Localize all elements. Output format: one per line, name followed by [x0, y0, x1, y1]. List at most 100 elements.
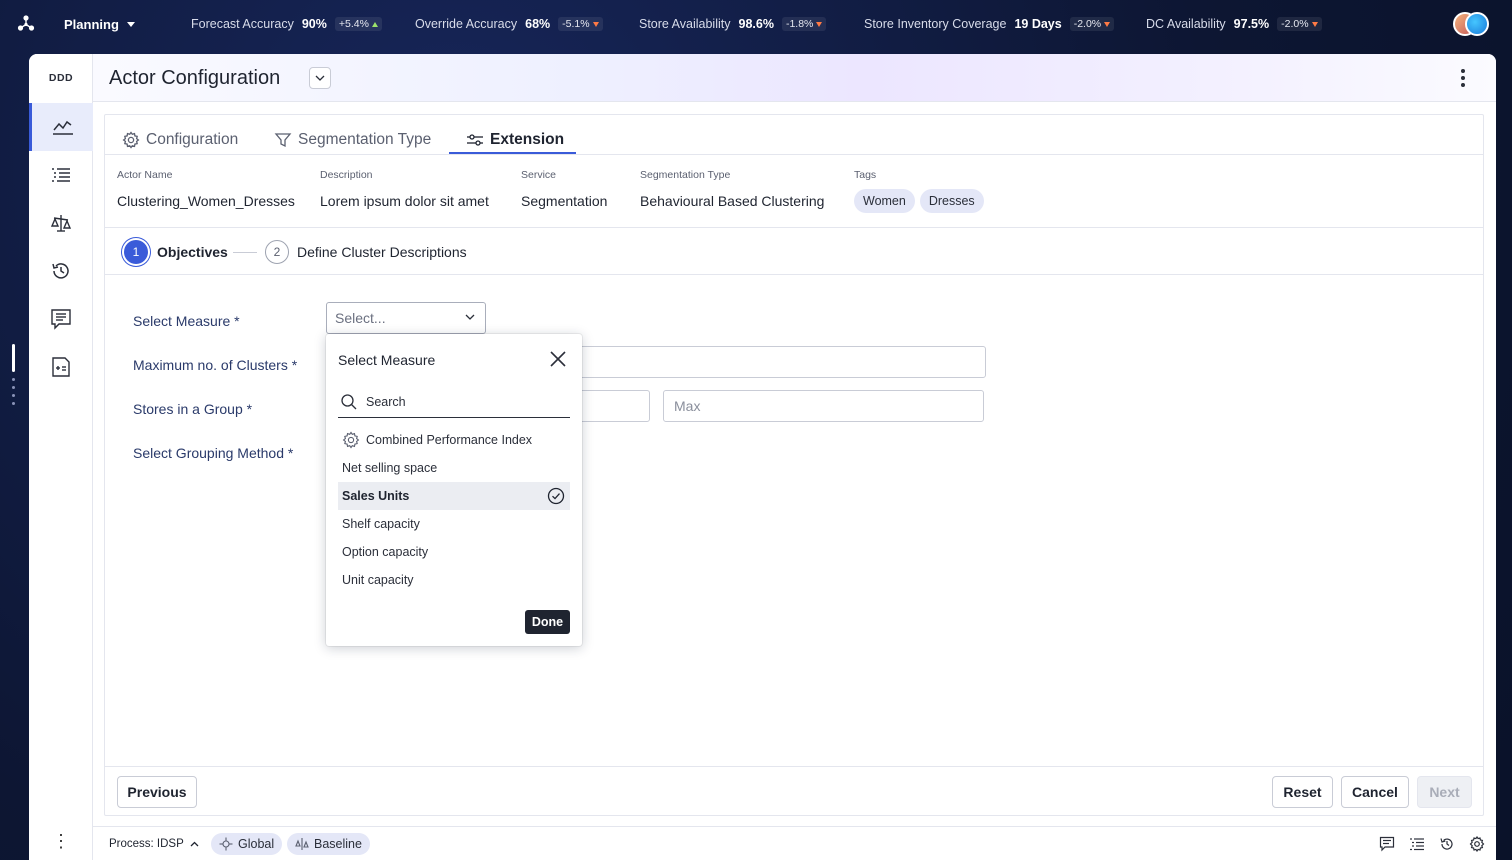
more-options-icon[interactable]: [1458, 66, 1468, 90]
check-circle-icon: [547, 487, 565, 505]
next-button[interactable]: Next: [1417, 776, 1472, 808]
page-title: Actor Configuration: [109, 67, 281, 89]
scale-icon: [50, 215, 72, 232]
grouping-method-label: Select Grouping Method *: [133, 445, 294, 461]
active-tab-indicator: [449, 152, 576, 154]
panel-pager[interactable]: [11, 344, 17, 408]
option-label: Combined Performance Index: [366, 433, 533, 447]
kpi-change-text: -5.1%: [562, 18, 590, 30]
step-2-indicator[interactable]: 2: [265, 240, 289, 264]
arrow-down-icon: [1104, 21, 1111, 27]
stores-in-group-label: Stores in a Group *: [133, 401, 253, 417]
kpi-label: Override Accuracy: [415, 17, 518, 31]
previous-button[interactable]: Previous: [117, 776, 197, 808]
arrow-up-icon: [371, 21, 378, 27]
chip-label: Global: [238, 837, 275, 851]
tab-label: Extension: [490, 131, 565, 148]
chevron-down-icon: [465, 314, 475, 320]
calculator-doc-icon: [52, 357, 70, 377]
kpi-change: +5.4%: [334, 17, 382, 31]
process-selector[interactable]: Process: IDSP: [109, 838, 199, 850]
history-icon[interactable]: [1439, 836, 1455, 852]
rail-item-comments[interactable]: [29, 295, 93, 343]
settings-icon[interactable]: [1469, 836, 1485, 852]
meta-label: Actor Name: [117, 169, 173, 181]
chip-label: Baseline: [314, 837, 362, 851]
app-logo-icon[interactable]: [16, 14, 36, 34]
option-sales-units[interactable]: Sales Units: [338, 482, 570, 510]
list-icon[interactable]: [1409, 836, 1425, 852]
meta-value: Segmentation: [521, 193, 608, 209]
kpi-forecast-accuracy[interactable]: Forecast Accuracy 90% +5.4%: [191, 17, 382, 31]
rail-item-list[interactable]: [29, 151, 93, 199]
user-avatars[interactable]: [1453, 12, 1491, 38]
main-panel: DDD ⋮ Actor Configuration Configuration …: [29, 54, 1496, 860]
tab-configuration[interactable]: Configuration: [122, 125, 238, 155]
meta-label: Description: [320, 169, 373, 181]
filter-icon: [274, 133, 292, 148]
option-net-selling-space[interactable]: Net selling space: [338, 454, 570, 482]
pager-dot: [12, 402, 15, 405]
step-1-indicator[interactable]: 1: [124, 240, 148, 264]
rail-item-calculator[interactable]: [29, 343, 93, 391]
rail-more-icon[interactable]: ⋮: [29, 832, 93, 850]
caret-down-icon: [126, 21, 135, 27]
module-label: Planning: [64, 17, 119, 32]
status-bar: Process: IDSP Global Baseline: [93, 826, 1496, 860]
kpi-store-availability[interactable]: Store Availability 98.6% -1.8%: [639, 17, 827, 31]
top-bar: Planning Forecast Accuracy 90% +5.4% Ove…: [0, 0, 1512, 50]
kpi-change: -2.0%: [1069, 17, 1115, 31]
meta-segmentation-type: Segmentation Type Behavioural Based Clus…: [640, 169, 824, 209]
step-1-label[interactable]: Objectives: [157, 244, 228, 260]
option-label: Shelf capacity: [342, 517, 420, 531]
done-button[interactable]: Done: [525, 610, 570, 634]
module-switcher[interactable]: Planning: [64, 17, 135, 32]
kpi-override-accuracy[interactable]: Override Accuracy 68% -5.1%: [415, 17, 603, 31]
arrow-down-icon: [816, 21, 823, 27]
option-label: Sales Units: [342, 489, 410, 503]
option-option-capacity[interactable]: Option capacity: [338, 538, 570, 566]
search-icon: [341, 394, 357, 410]
tag-chip[interactable]: Dresses: [919, 189, 984, 213]
chip-baseline[interactable]: Baseline: [287, 833, 370, 855]
comment-list-icon: [51, 309, 71, 330]
kpi-dc-availability[interactable]: DC Availability 97.5% -2.0%: [1146, 17, 1322, 31]
option-combined-performance-index[interactable]: Combined Performance Index: [338, 426, 570, 454]
meta-label: Segmentation Type: [640, 169, 731, 181]
option-shelf-capacity[interactable]: Shelf capacity: [338, 510, 570, 538]
chip-global[interactable]: Global: [211, 833, 283, 855]
comment-icon[interactable]: [1379, 836, 1395, 852]
option-unit-capacity[interactable]: Unit capacity: [338, 566, 570, 594]
kpi-change: -2.0%: [1277, 17, 1322, 31]
stores-max-input[interactable]: Max: [663, 390, 984, 422]
title-dropdown-button[interactable]: [309, 67, 331, 89]
avatar: [1465, 12, 1489, 36]
tag-list: Women Dresses: [854, 189, 989, 213]
scale-icon: [295, 838, 309, 850]
select-placeholder: Select...: [335, 310, 386, 326]
footer-divider: [105, 766, 1483, 767]
page-header: Actor Configuration: [93, 54, 1496, 102]
kpi-label: DC Availability: [1146, 17, 1226, 31]
select-measure-dropdown[interactable]: Select...: [326, 302, 486, 334]
max-clusters-label: Maximum no. of Clusters *: [133, 357, 298, 373]
pager-dot: [12, 394, 15, 397]
meta-label: Tags: [854, 169, 877, 181]
rail-item-history[interactable]: [29, 247, 93, 295]
search-placeholder: Search: [366, 395, 406, 409]
kpi-store-inventory-coverage[interactable]: Store Inventory Coverage 19 Days -2.0%: [864, 17, 1115, 31]
option-label: Net selling space: [342, 461, 438, 475]
reset-button[interactable]: Reset: [1272, 776, 1333, 808]
popup-search-input[interactable]: Search: [338, 390, 570, 418]
rail-item-trend[interactable]: [29, 103, 93, 151]
close-icon[interactable]: [549, 350, 567, 368]
tab-segmentation-type[interactable]: Segmentation Type: [274, 125, 431, 155]
globe-network-icon: [219, 837, 233, 851]
rail-item-scale[interactable]: [29, 199, 93, 247]
cancel-button[interactable]: Cancel: [1341, 776, 1409, 808]
brand-label: DDD: [48, 72, 74, 84]
tag-chip[interactable]: Women: [854, 189, 915, 213]
tab-extension[interactable]: Extension: [466, 125, 564, 155]
max-placeholder: Max: [674, 398, 701, 414]
step-2-label[interactable]: Define Cluster Descriptions: [297, 244, 467, 260]
